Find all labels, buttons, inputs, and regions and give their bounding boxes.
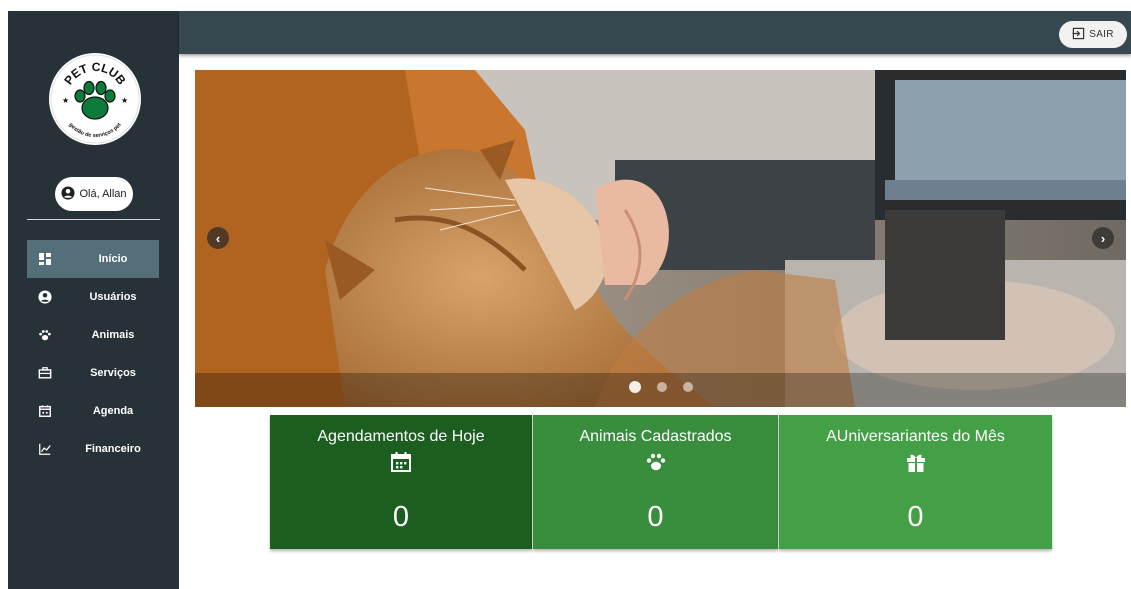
sidebar-item-label: Animais <box>91 329 135 341</box>
logout-label: SAIR <box>1089 29 1114 40</box>
carousel-prev-button[interactable]: ‹ <box>207 227 229 249</box>
chevron-right-icon: › <box>1100 230 1106 246</box>
dashboard-icon <box>38 252 52 266</box>
gift-icon <box>779 451 1052 472</box>
user-greeting-chip[interactable]: Olá, Allan <box>55 177 133 211</box>
carousel-dot[interactable] <box>682 382 693 392</box>
image-carousel: ‹ › <box>195 70 1126 407</box>
svg-text:★: ★ <box>62 96 69 105</box>
sidebar: PET CLUB gestão de serviços pet ★ ★ Olá,… <box>8 11 179 589</box>
card-animais-cadastrados[interactable]: Animais Cadastrados 0 <box>533 415 778 549</box>
card-value: 0 <box>907 501 924 533</box>
carousel-dot[interactable] <box>656 382 667 392</box>
logout-icon <box>1072 27 1085 43</box>
card-agendamentos-hoje[interactable]: Agendamentos de Hoje 0 <box>270 415 532 549</box>
carousel-next-button[interactable]: › <box>1092 227 1114 249</box>
logout-button[interactable]: SAIR <box>1059 21 1127 48</box>
sidebar-item-label: Financeiro <box>85 443 141 455</box>
sidebar-item-servicos[interactable]: Serviços <box>27 354 159 392</box>
sidebar-item-financeiro[interactable]: Financeiro <box>27 430 159 468</box>
carousel-indicators <box>195 381 1126 393</box>
sidebar-item-label: Serviços <box>90 367 136 379</box>
sidebar-item-label: Agenda <box>92 405 134 417</box>
card-title: Agendamentos de Hoje <box>317 428 485 445</box>
card-value: 0 <box>392 501 410 533</box>
chart-line-icon <box>38 442 52 456</box>
user-greeting-text: Olá, Allan <box>79 188 127 200</box>
sidebar-item-inicio[interactable]: Início <box>27 240 159 278</box>
card-title: Animais Cadastrados <box>579 428 732 445</box>
paw-icon <box>38 328 52 342</box>
sidebar-item-agenda[interactable]: Agenda <box>27 392 159 430</box>
user-circle-icon <box>61 185 76 203</box>
user-circle-icon <box>38 290 52 304</box>
card-title: AUniversariantes do Mês <box>826 428 1005 445</box>
sidebar-nav: Início Usuários Animais Serviços Agenda <box>27 240 159 468</box>
paw-icon <box>533 451 778 471</box>
logo-image: PET CLUB gestão de serviços pet ★ ★ <box>50 54 140 144</box>
chevron-left-icon: ‹ <box>215 230 221 246</box>
card-aniversariantes-mes[interactable]: AUniversariantes do Mês 0 <box>779 415 1052 549</box>
calendar-icon <box>270 451 532 472</box>
calendar-icon <box>38 404 52 418</box>
carousel-photo-cat <box>195 70 1126 407</box>
sidebar-item-animais[interactable]: Animais <box>27 316 159 354</box>
user-section: Olá, Allan <box>27 177 160 220</box>
sidebar-item-usuarios[interactable]: Usuários <box>27 278 159 316</box>
carousel-dot[interactable] <box>628 381 641 393</box>
svg-text:★: ★ <box>121 96 128 105</box>
card-value: 0 <box>647 501 664 533</box>
top-app-bar: SAIR <box>179 11 1131 54</box>
sidebar-item-label: Início <box>98 253 128 265</box>
pet-club-logo[interactable]: PET CLUB gestão de serviços pet ★ ★ <box>49 53 141 145</box>
briefcase-icon <box>38 366 52 380</box>
sidebar-item-label: Usuários <box>89 291 137 303</box>
